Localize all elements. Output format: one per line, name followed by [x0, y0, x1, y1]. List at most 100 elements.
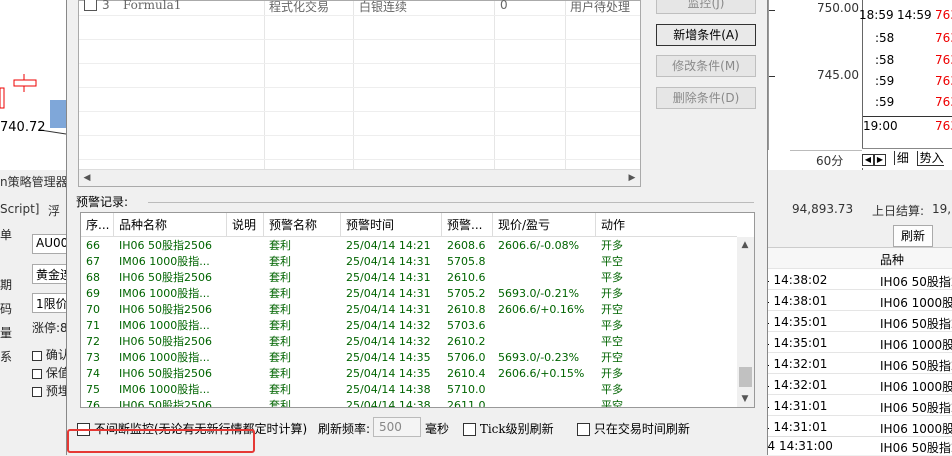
alert-cell-price: 2608.6: [447, 239, 486, 252]
condition-list[interactable]: 3 Formula1 程式化交易 白银连续 0 用户待处理: [78, 0, 641, 187]
tick-row: :59 763: [863, 74, 952, 96]
row-product: IH06 1000股指: [880, 422, 952, 436]
checkbox-box[interactable]: [577, 423, 590, 436]
alert-cell-price: 2610.8: [447, 303, 486, 316]
table-row[interactable]: 4 14:38:02 IH06 50股指2: [768, 269, 952, 290]
alert-cell-seq: 73: [86, 351, 100, 364]
refresh-button[interactable]: 刷新: [893, 225, 933, 247]
scroll-up-icon[interactable]: ▲: [737, 237, 753, 253]
alert-cell-time: 25/04/14 14:31: [346, 271, 431, 284]
alert-row[interactable]: 70 IH06 50股指2506 套利 25/04/14 14:31 2610.8 260…: [81, 302, 737, 318]
table-row[interactable]: 4 14:35:01 IH06 1000股指: [768, 332, 952, 353]
scroll-left-icon[interactable]: ◀: [79, 170, 95, 186]
alert-cell-time: 25/04/14 14:38: [346, 399, 431, 407]
alert-row[interactable]: 71 IM06 1000股指... 套利 25/04/14 14:32 5703.6 平多: [81, 318, 737, 334]
row-product: IH06 50股指2: [880, 359, 952, 373]
tick-price: 763: [935, 95, 952, 109]
refresh-rate-input[interactable]: 500: [373, 417, 421, 437]
table-row[interactable]: 4 14:32:01 IH06 1000股指: [768, 374, 952, 395]
alert-cell-price: 2610.2: [447, 335, 486, 348]
row-time: 4 14:31:01: [768, 399, 828, 413]
scroll-down-icon[interactable]: ▼: [737, 391, 753, 407]
alert-cell-product: IM06 1000股指...: [119, 351, 210, 364]
vertical-scrollbar[interactable]: ▲ ▼: [737, 237, 754, 407]
horizontal-scrollbar[interactable]: ◀ ▶: [79, 169, 640, 186]
alert-cell-seq: 68: [86, 271, 100, 284]
alert-row[interactable]: 66 IH06 50股指2506 套利 25/04/14 14:21 2608.6 260…: [81, 238, 737, 254]
column-header[interactable]: 预警...: [442, 213, 493, 237]
alert-row[interactable]: 73 IM06 1000股指... 套利 25/04/14 14:35 5706.0 56…: [81, 350, 737, 366]
alert-cell-name: 套利: [269, 239, 291, 252]
scroll-right-icon[interactable]: ▶: [624, 170, 640, 186]
scroll-thumb[interactable]: [739, 367, 752, 387]
order-label: 码: [0, 302, 13, 316]
row-product: IH06 50股指2: [880, 317, 952, 331]
delete-condition-button[interactable]: 删除条件(D): [656, 87, 756, 109]
modify-condition-button[interactable]: 修改条件(M): [656, 55, 756, 77]
condition-row[interactable]: 3 Formula1 程式化交易 白银连续 0 用户待处理: [79, 0, 640, 15]
alert-cell-time: 25/04/14 14:31: [346, 287, 431, 300]
column-header[interactable]: 预警名称: [264, 213, 341, 237]
column-header[interactable]: 说明: [227, 213, 264, 237]
alert-cell-product: IH06 50股指2506: [119, 335, 213, 348]
checkbox-box[interactable]: [463, 423, 476, 436]
row-time: 4 14:38:02: [768, 273, 828, 287]
period-label: 60分: [790, 150, 862, 168]
alert-cell-name: 套利: [269, 383, 291, 396]
trading-time-checkbox[interactable]: 只在交易时间刷新: [577, 420, 690, 437]
script-tab[interactable]: Script]: [0, 202, 40, 216]
alert-records-table[interactable]: 序... 品种名称 说明 预警名称 预警时间 预警... 现价/盈亏 动作 66…: [80, 212, 755, 408]
confirm-checkbox[interactable]: 确认: [32, 346, 70, 363]
alert-cell-pnl: 5693.0/-0.23%: [498, 351, 580, 364]
tick-refresh-checkbox[interactable]: Tick级别刷新: [463, 420, 554, 437]
condition-checkbox[interactable]: [84, 0, 97, 11]
table-row[interactable]: 4 14:35:01 IH06 50股指2: [768, 311, 952, 332]
preset-checkbox[interactable]: 预埋: [32, 382, 70, 399]
next-arrow-icon[interactable]: ▶: [874, 154, 886, 166]
alert-cell-product: IH06 50股指2506: [119, 399, 213, 407]
row-product: IH06 50股指2: [880, 441, 952, 455]
alert-row[interactable]: 72 IH06 50股指2506 套利 25/04/14 14:32 2610.2 平空: [81, 334, 737, 350]
tick-row: :58 763: [863, 31, 952, 53]
alert-cell-action: 平空: [601, 335, 623, 348]
row-product: IH06 1000股指: [880, 380, 952, 394]
alert-cell-action: 开多: [601, 367, 623, 380]
alert-cell-product: IH06 50股指2506: [119, 367, 213, 380]
alert-cell-desc: [227, 302, 264, 318]
alert-cell-action: 开多: [601, 287, 623, 300]
table-row[interactable]: 4 14:32:01 IH06 50股指2: [768, 353, 952, 374]
table-row[interactable]: 4 14:38:01 IH06 1000股指: [768, 290, 952, 311]
price-axis: 750.00 745.00: [768, 0, 862, 150]
tick-row: 18:59 14:59 763: [859, 8, 952, 30]
monitor-button[interactable]: 监控(J): [656, 0, 756, 14]
prev-arrow-icon[interactable]: ◀: [862, 154, 874, 166]
alert-cell-pnl: [493, 270, 596, 286]
add-condition-button[interactable]: 新增条件(A): [656, 24, 756, 46]
alert-row[interactable]: 69 IM06 1000股指... 套利 25/04/14 14:31 5705.2 56…: [81, 286, 737, 302]
alert-cell-time: 25/04/14 14:35: [346, 351, 431, 364]
hedge-checkbox[interactable]: 保值: [32, 364, 70, 381]
alert-row[interactable]: 75 IM06 1000股指... 套利 25/04/14 14:38 5710.0 平多: [81, 382, 737, 398]
column-header[interactable]: 现价/盈亏: [493, 213, 596, 237]
order-label: 量: [0, 326, 13, 340]
column-header[interactable]: 品种名称: [114, 213, 227, 237]
column-header[interactable]: 动作: [596, 213, 737, 237]
last-settle-label: 上日结算:: [872, 204, 925, 218]
tab-inout[interactable]: 势入: [916, 151, 944, 166]
column-header[interactable]: 预警时间: [341, 213, 442, 237]
alert-row[interactable]: 67 IM06 1000股指... 套利 25/04/14 14:31 5705.8 平空: [81, 254, 737, 270]
alert-cell-seq: 69: [86, 287, 100, 300]
column-header: 品种: [880, 253, 905, 267]
column-header[interactable]: 序...: [81, 213, 114, 237]
table-row[interactable]: 4 14:31:01 IH06 1000股指: [768, 416, 952, 437]
alert-row[interactable]: 74 IH06 50股指2506 套利 25/04/14 14:35 2610.4 260…: [81, 366, 737, 382]
row-time: 4 14:32:01: [768, 357, 828, 371]
alert-cell-time: 25/04/14 14:31: [346, 303, 431, 316]
alert-cell-desc: [227, 350, 264, 366]
tick-price: 763: [935, 119, 952, 133]
alert-row[interactable]: 76 IH06 50股指2506 套利 25/04/14 14:38 2611.0 平空: [81, 398, 737, 407]
tick-time: :58: [875, 53, 895, 67]
alert-row[interactable]: 68 IH06 50股指2506 套利 25/04/14 14:31 2610.6 平多: [81, 270, 737, 286]
table-row[interactable]: 4 14:31:01 IH06 50股指2: [768, 395, 952, 416]
tab-detail[interactable]: 细: [893, 151, 909, 165]
